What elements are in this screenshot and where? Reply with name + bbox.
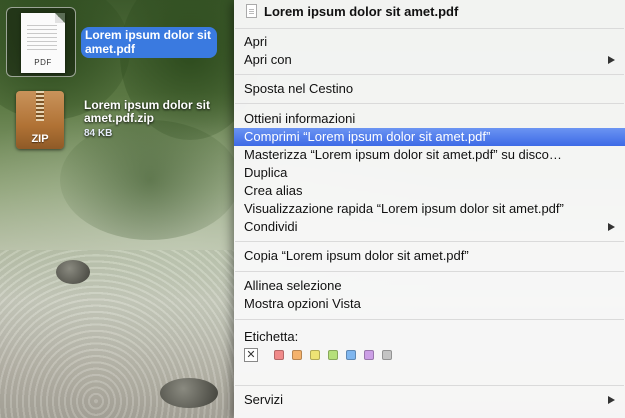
label-swatch-red[interactable]: [274, 350, 284, 360]
pdf-file-icon[interactable]: PDF: [6, 7, 76, 77]
pdf-document-icon: PDF: [21, 13, 65, 73]
menu-item-apri-con[interactable]: Apri con: [234, 51, 625, 69]
menu-item-move-to-trash[interactable]: Sposta nel Cestino: [234, 80, 625, 98]
menu-item-compress[interactable]: Comprimi “Lorem ipsum dolor sit amet.pdf…: [234, 128, 625, 146]
label-swatch-orange[interactable]: [292, 350, 302, 360]
menu-item-clean-up-selection[interactable]: Allinea selezione: [234, 277, 625, 295]
label-none-swatch[interactable]: ✕: [244, 348, 258, 362]
submenu-arrow-icon: [608, 56, 615, 64]
document-icon: [246, 4, 257, 18]
menu-item-apri[interactable]: Apri: [234, 33, 625, 51]
menu-separator: [235, 385, 624, 386]
menu-item-label: Servizi: [244, 392, 284, 407]
menu-separator: [235, 271, 624, 272]
context-menu-title: Lorem ipsum dolor sit amet.pdf: [264, 4, 459, 19]
label-swatch-yellow[interactable]: [310, 350, 320, 360]
label-swatch-purple[interactable]: [364, 350, 374, 360]
menu-item-label: Apri con: [244, 52, 292, 67]
zip-type-tag: ZIP: [31, 133, 49, 145]
context-menu: Lorem ipsum dolor sit amet.pdf Apri Apri…: [234, 0, 625, 418]
menu-separator: [235, 103, 624, 104]
label-swatch-blue[interactable]: [346, 350, 356, 360]
menu-separator: [235, 28, 624, 29]
submenu-arrow-icon: [608, 223, 615, 231]
menu-item-duplicate[interactable]: Duplica: [234, 164, 625, 182]
menu-item-quick-look[interactable]: Visualizzazione rapida “Lorem ipsum dolo…: [234, 200, 625, 218]
zip-file-name[interactable]: Lorem ipsum dolor sit amet.pdf.zip: [84, 99, 210, 125]
menu-separator: [235, 74, 624, 75]
pdf-type-tag: PDF: [34, 58, 52, 67]
menu-item-burn-to-disc[interactable]: Masterizza “Lorem ipsum dolor sit amet.p…: [234, 146, 625, 164]
desktop: PDF Lorem ipsum dolor sit amet.pdf ZIP L…: [0, 0, 625, 418]
pdf-file-name[interactable]: Lorem ipsum dolor sit amet.pdf: [81, 27, 218, 58]
menu-item-share[interactable]: Condividi: [234, 218, 625, 236]
zip-archive-icon[interactable]: ZIP: [16, 91, 64, 149]
zip-file-size: 84 KB: [84, 128, 113, 139]
label-section-title: Etichetta:: [244, 329, 299, 344]
menu-separator: [235, 241, 624, 242]
menu-item-copy[interactable]: Copia “Lorem ipsum dolor sit amet.pdf”: [234, 247, 625, 265]
menu-separator: [235, 319, 624, 320]
context-menu-header: Lorem ipsum dolor sit amet.pdf: [234, 0, 625, 24]
menu-item-label: Condividi: [244, 219, 298, 234]
wallpaper-stone: [160, 378, 218, 408]
label-swatch-green[interactable]: [328, 350, 338, 360]
menu-item-make-alias[interactable]: Crea alias: [234, 182, 625, 200]
menu-item-show-view-options[interactable]: Mostra opzioni Vista: [234, 295, 625, 313]
wallpaper-stone: [56, 260, 90, 284]
submenu-arrow-icon: [608, 396, 615, 404]
menu-item-services[interactable]: Servizi: [234, 391, 625, 409]
label-swatch-gray[interactable]: [382, 350, 392, 360]
pdf-text-lines: [27, 25, 57, 51]
menu-item-get-info[interactable]: Ottieni informazioni: [234, 110, 625, 128]
